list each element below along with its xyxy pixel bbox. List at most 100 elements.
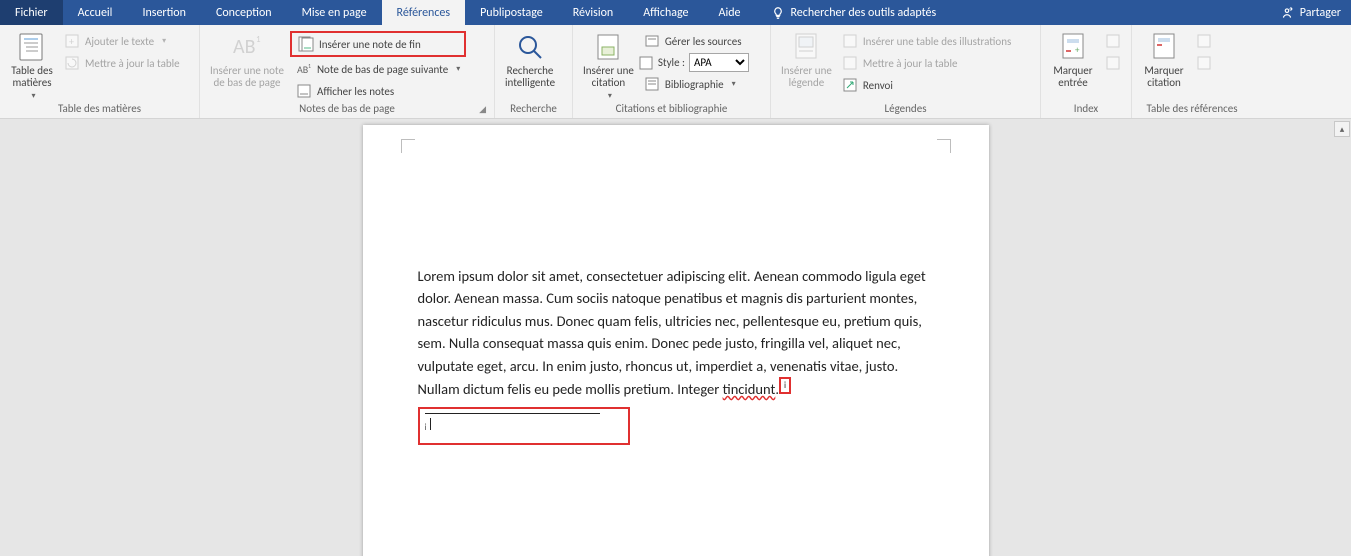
group-label-captions: Légendes bbox=[777, 101, 1034, 116]
add-text-button[interactable]: + Ajouter le texte▾ bbox=[58, 31, 186, 51]
svg-text:+: + bbox=[69, 35, 74, 48]
ribbon-tabs: Fichier Accueil Insertion Conception Mis… bbox=[0, 0, 1351, 25]
update-table-label: Mettre à jour la table bbox=[863, 57, 958, 70]
tab-aide[interactable]: Aide bbox=[704, 0, 756, 25]
manage-sources-button[interactable]: Gérer les sources bbox=[638, 31, 749, 51]
group-table-of-contents: Table des matières ▾ + Ajouter le texte▾… bbox=[0, 25, 200, 118]
tab-revision[interactable]: Révision bbox=[558, 0, 628, 25]
share-label: Partager bbox=[1300, 6, 1341, 20]
style-icon bbox=[638, 55, 654, 71]
endnote-separator bbox=[425, 413, 600, 414]
body-text: Lorem ipsum dolor sit amet, consectetuer… bbox=[418, 267, 926, 398]
mark-citation-label: Marquer citation bbox=[1144, 65, 1183, 89]
group-captions: Insérer une légende Insérer une table de… bbox=[771, 25, 1041, 118]
tell-me-search[interactable]: Rechercher des outils adaptés bbox=[756, 0, 952, 25]
mark-citation-icon bbox=[1148, 31, 1180, 63]
update-table-button[interactable]: Mettre à jour la table bbox=[836, 53, 1017, 73]
insert-endnote-button[interactable]: Insérer une note de fin bbox=[290, 31, 466, 57]
tab-affichage[interactable]: Affichage bbox=[628, 0, 703, 25]
tab-fichier[interactable]: Fichier bbox=[0, 0, 63, 25]
group-label-authorities: Table des références bbox=[1138, 101, 1246, 116]
group-label-toc: Table des matières bbox=[6, 101, 193, 116]
cross-ref-label: Renvoi bbox=[863, 79, 893, 92]
tab-insertion[interactable]: Insertion bbox=[127, 0, 201, 25]
update-index-button[interactable] bbox=[1099, 53, 1125, 73]
endnote-number: i bbox=[425, 422, 427, 433]
body-paragraph[interactable]: Lorem ipsum dolor sit amet, consectetuer… bbox=[418, 265, 934, 401]
next-footnote-button[interactable]: AB1 Note de bas de page suivante▾ bbox=[290, 59, 466, 79]
insert-toa-button[interactable] bbox=[1190, 31, 1216, 51]
margin-guide-tl bbox=[401, 139, 415, 153]
page[interactable]: Lorem ipsum dolor sit amet, consectetuer… bbox=[363, 125, 989, 556]
tab-mise-en-page[interactable]: Mise en page bbox=[287, 0, 382, 25]
insert-caption-button[interactable]: Insérer une légende bbox=[777, 29, 836, 101]
insert-citation-button[interactable]: Insérer une citation▾ bbox=[579, 29, 638, 101]
group-label-index: Index bbox=[1047, 101, 1125, 116]
svg-text:1: 1 bbox=[256, 34, 261, 45]
svg-text:1: 1 bbox=[308, 62, 311, 70]
dialog-launcher-icon[interactable]: ◢ bbox=[479, 104, 486, 115]
group-authorities: Marquer citation Table des références bbox=[1132, 25, 1252, 118]
endnote-icon bbox=[298, 36, 314, 52]
mark-citation-button[interactable]: Marquer citation bbox=[1138, 29, 1190, 101]
endnote-reference-mark[interactable]: i bbox=[779, 377, 791, 394]
tab-references[interactable]: Références bbox=[382, 0, 466, 25]
update-icon bbox=[64, 55, 80, 71]
insert-citation-label: Insérer une citation bbox=[583, 65, 634, 89]
update-toc-button[interactable]: Mettre à jour la table bbox=[58, 53, 186, 73]
next-footnote-label: Note de bas de page suivante bbox=[317, 63, 448, 76]
group-citations: Insérer une citation▾ Gérer les sources … bbox=[573, 25, 771, 118]
ribbon: Table des matières ▾ + Ajouter le texte▾… bbox=[0, 25, 1351, 119]
table-of-contents-button[interactable]: Table des matières ▾ bbox=[6, 29, 58, 101]
group-research: Recherche intelligente Recherche bbox=[495, 25, 573, 118]
update-index-icon bbox=[1105, 55, 1121, 71]
chevron-down-icon: ▾ bbox=[31, 91, 35, 101]
show-notes-label: Afficher les notes bbox=[317, 85, 394, 98]
update-toa-button[interactable] bbox=[1190, 53, 1216, 73]
cross-reference-button[interactable]: Renvoi bbox=[836, 75, 1017, 95]
insert-index-button[interactable] bbox=[1099, 31, 1125, 51]
tab-conception[interactable]: Conception bbox=[201, 0, 287, 25]
group-label-research: Recherche bbox=[501, 101, 566, 116]
next-footnote-icon: AB1 bbox=[296, 61, 312, 77]
caption-icon bbox=[790, 31, 822, 63]
bibliography-label: Bibliographie bbox=[665, 78, 724, 91]
tell-me-label: Rechercher des outils adaptés bbox=[791, 6, 937, 20]
insert-table-figures-button[interactable]: Insérer une table des illustrations bbox=[836, 31, 1017, 51]
bibliography-button[interactable]: Bibliographie▾ bbox=[638, 74, 749, 94]
style-label: Style : bbox=[658, 56, 685, 69]
update-toa-icon bbox=[1196, 55, 1212, 71]
bibliography-icon bbox=[644, 76, 660, 92]
mark-entry-icon: + bbox=[1057, 31, 1089, 63]
table-figures-icon bbox=[842, 33, 858, 49]
group-footnotes: AB1 Insérer une note de bas de page Insé… bbox=[200, 25, 495, 118]
smart-lookup-button[interactable]: Recherche intelligente bbox=[501, 29, 559, 101]
svg-text:AB: AB bbox=[233, 35, 256, 59]
tab-publipostage[interactable]: Publipostage bbox=[465, 0, 558, 25]
insert-index-icon bbox=[1105, 33, 1121, 49]
share-button[interactable]: Partager bbox=[1280, 0, 1341, 25]
lightbulb-icon bbox=[771, 6, 785, 20]
share-icon bbox=[1280, 6, 1294, 20]
search-icon bbox=[514, 31, 546, 63]
tab-accueil[interactable]: Accueil bbox=[63, 0, 128, 25]
document-canvas: ▴ Lorem ipsum dolor sit amet, consectetu… bbox=[0, 119, 1351, 556]
show-notes-button[interactable]: Afficher les notes bbox=[290, 81, 466, 101]
insert-footnote-button[interactable]: AB1 Insérer une note de bas de page bbox=[206, 29, 288, 101]
update-table-icon bbox=[842, 55, 858, 71]
footnote-icon: AB1 bbox=[231, 31, 263, 63]
insert-caption-label: Insérer une légende bbox=[781, 65, 832, 89]
citation-icon bbox=[592, 31, 624, 63]
style-select[interactable]: APA bbox=[689, 53, 749, 72]
toc-icon bbox=[16, 31, 48, 63]
endnote-area[interactable]: i bbox=[418, 407, 630, 445]
svg-text:+: + bbox=[1075, 45, 1080, 56]
mark-entry-button[interactable]: + Marquer entrée bbox=[1047, 29, 1099, 101]
cross-ref-icon bbox=[842, 77, 858, 93]
manage-sources-icon bbox=[644, 33, 660, 49]
scroll-up-button[interactable]: ▴ bbox=[1334, 121, 1350, 137]
mark-entry-label: Marquer entrée bbox=[1053, 65, 1092, 89]
group-index: + Marquer entrée Index bbox=[1041, 25, 1132, 118]
group-label-citations: Citations et bibliographie bbox=[579, 101, 764, 116]
insert-footnote-label: Insérer une note de bas de page bbox=[210, 65, 284, 89]
